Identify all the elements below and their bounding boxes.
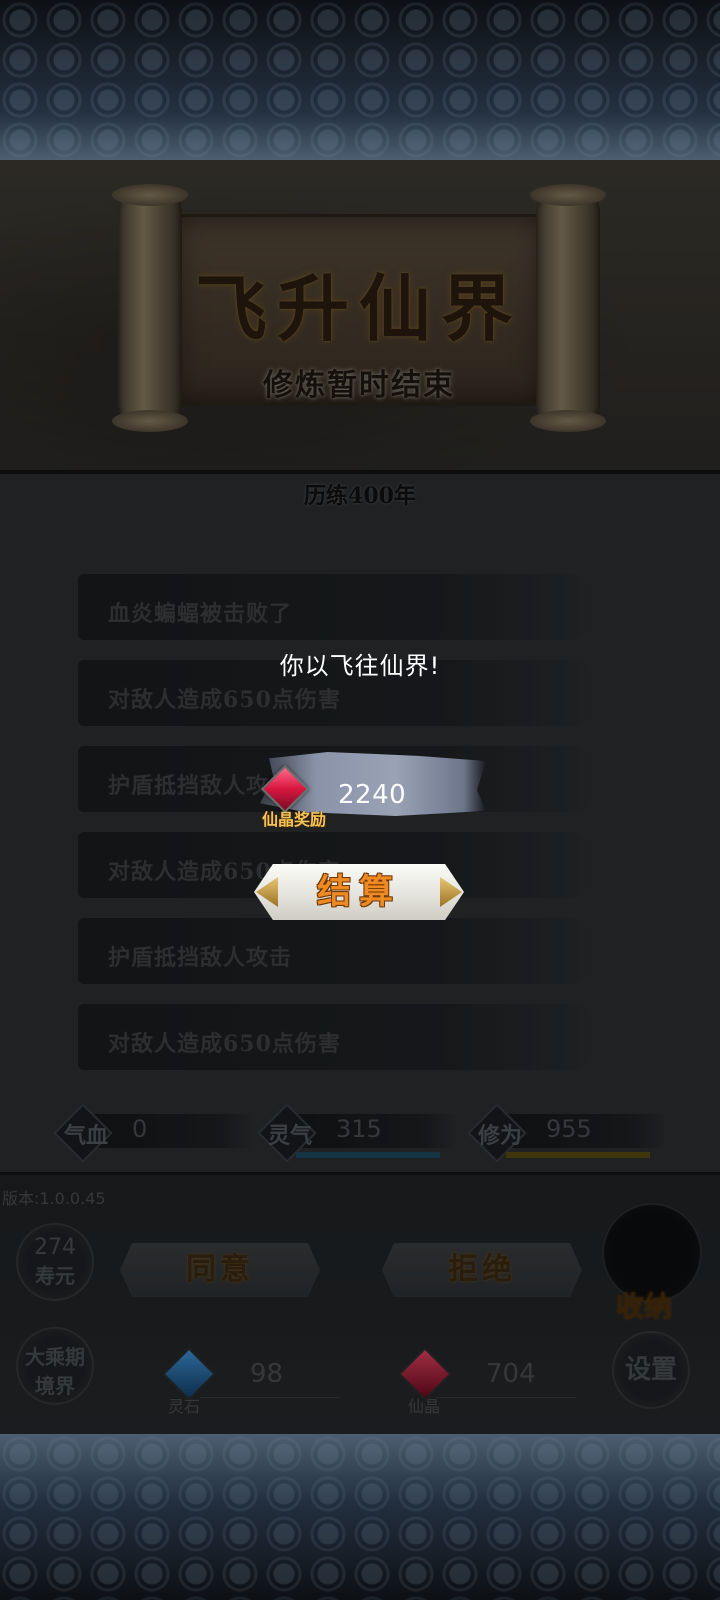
- settle-label: 结算: [317, 872, 401, 912]
- stat-label: 气血: [64, 1123, 109, 1149]
- settle-button[interactable]: 结算: [254, 864, 464, 920]
- stat-label: 修为: [478, 1123, 523, 1149]
- top-pattern-band: [0, 0, 720, 160]
- bottom-pattern-band: [0, 1434, 720, 1600]
- popup-message: 你以飞往仙界!: [279, 652, 441, 680]
- reward-value: 2240: [338, 780, 407, 810]
- reward-label: 仙晶奖励: [262, 810, 327, 829]
- stat-label: 灵气: [268, 1123, 313, 1149]
